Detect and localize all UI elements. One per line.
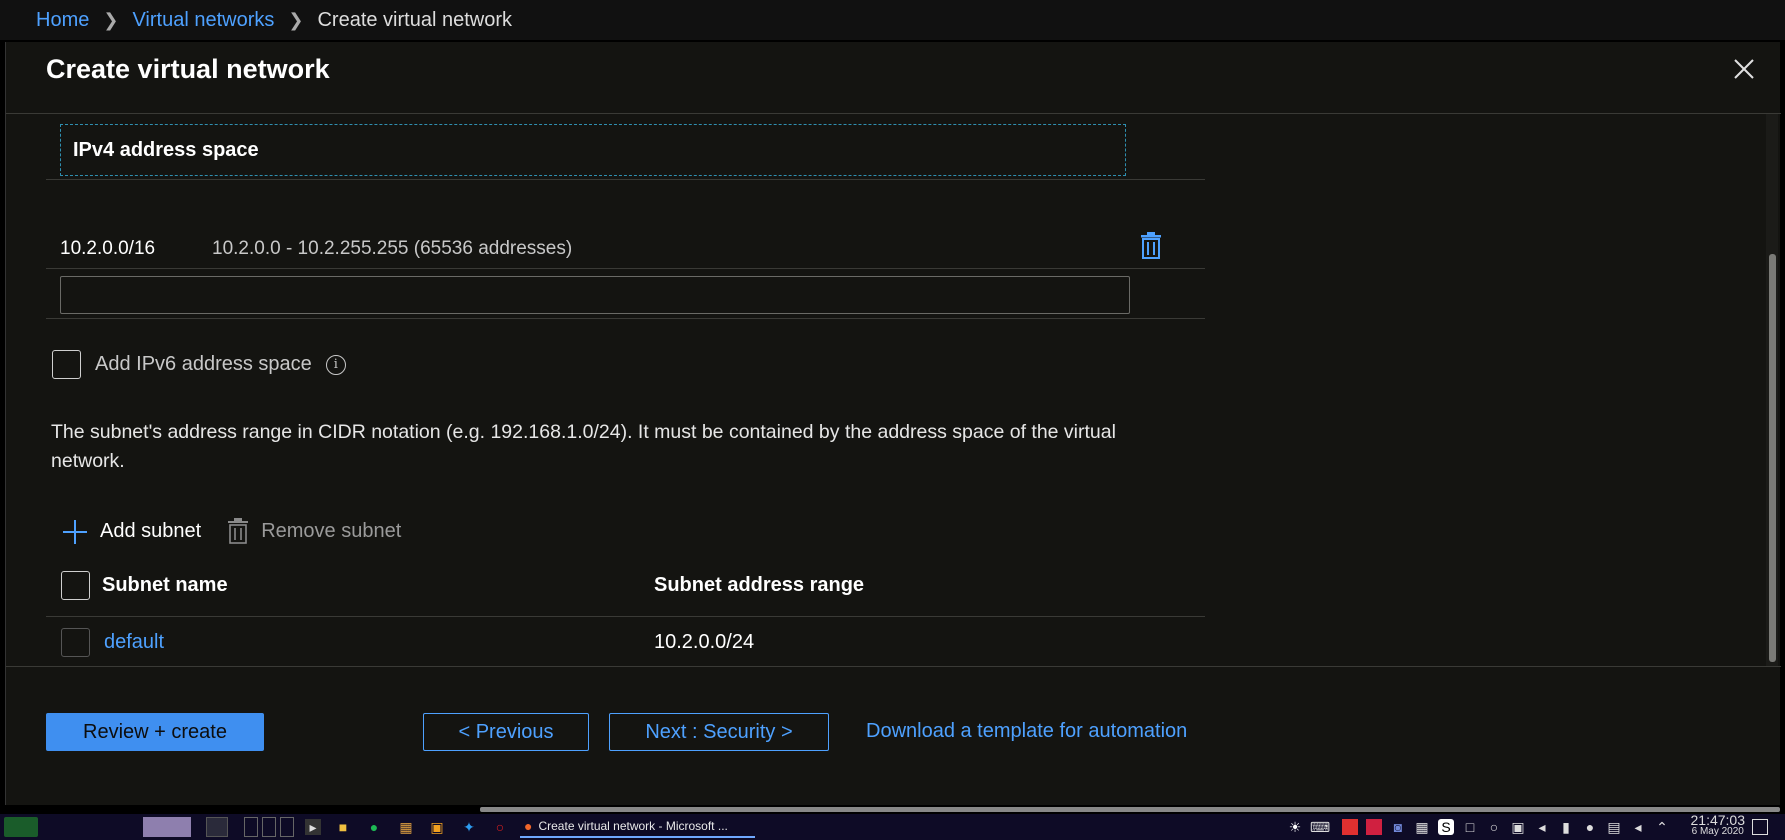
grid-icon[interactable]: ▦ [1414,819,1430,835]
opera-icon[interactable]: ○ [492,819,508,835]
trash-icon [228,518,249,544]
info-icon[interactable]: i [325,354,346,375]
panel-header: Create virtual network [6,42,1781,114]
close-icon [1734,59,1754,79]
lock-icon[interactable]: ▣ [1510,819,1526,835]
cpu-monitor-icon [280,817,294,837]
app-tray-icon[interactable] [1342,819,1358,835]
vertical-scrollbar[interactable] [1766,114,1778,666]
discord-icon[interactable]: ◙ [1390,819,1406,835]
ipv6-option: Add IPv6 address space i [52,350,346,379]
skype-icon[interactable]: S [1438,819,1454,835]
speaker-icon[interactable]: ◂ [1630,819,1646,835]
address-cidr: 10.2.0.0/16 [60,238,156,259]
ipv6-label: Add IPv6 address space [95,353,312,375]
taskbar: ▸ ■ ● ▦ ▣ ✦ ○ ● Create virtual network -… [0,812,1785,840]
address-space-row: 10.2.0.0/16 10.2.0.0 - 10.2.255.255 (655… [60,229,1190,269]
cpu-monitor-icon [244,817,258,837]
breadcrumb-current: Create virtual network [317,9,512,31]
microphone-icon[interactable]: ● [1582,819,1598,835]
app-icon[interactable]: ▦ [398,819,414,835]
divider [46,616,1205,617]
select-all-checkbox[interactable] [61,571,90,600]
next-security-button[interactable]: Next : Security > [609,713,829,751]
subnet-name-link[interactable]: default [104,631,164,654]
start-menu-icon[interactable] [4,817,38,837]
trash-icon [1141,232,1161,259]
remove-subnet-button[interactable]: Remove subnet [227,518,401,545]
subnet-range: 10.2.0.0/24 [654,631,755,653]
plus-icon [63,519,87,544]
clock-time: 21:47:03 [1690,812,1746,828]
top-bar: Home ❯ Virtual networks ❯ Create virtual… [0,0,1785,40]
cpu-monitor-icon [262,817,276,837]
page-title: Create virtual network [46,54,330,84]
horizontal-scrollbar[interactable] [0,805,1785,814]
keyboard-icon[interactable]: ⌨ [1310,819,1330,835]
address-range: 10.2.0.0 - 10.2.255.255 (65536 addresses… [212,238,573,259]
mega-icon[interactable] [1366,819,1382,835]
add-subnet-label: Add subnet [100,520,202,542]
review-create-button[interactable]: Review + create [46,713,264,751]
remove-subnet-label: Remove subnet [261,520,402,542]
chevron-right-icon: ❯ [288,10,304,30]
folder-icon[interactable]: ■ [335,819,351,835]
vscode-icon[interactable]: ✦ [461,819,477,835]
bulb-icon[interactable]: ○ [1486,819,1502,835]
row-checkbox[interactable] [61,628,90,657]
breadcrumb-virtual-networks[interactable]: Virtual networks [132,9,274,32]
table-row: default 10.2.0.0/24 [46,619,1205,666]
breadcrumb: Home ❯ Virtual networks ❯ Create virtual… [36,9,512,32]
task-label: Create virtual network - Microsoft ... [538,819,728,833]
column-header-subnet-range: Subnet address range [654,574,865,596]
notifications-icon[interactable] [1752,819,1768,835]
breadcrumb-home[interactable]: Home [36,9,89,32]
scroll-thumb[interactable] [1769,254,1776,662]
close-button[interactable] [1729,54,1759,84]
add-subnet-button[interactable]: Add subnet [62,519,201,545]
column-header-subnet-name: Subnet name [102,574,228,596]
divider [46,268,1205,269]
terminal-icon[interactable]: ▸ [305,819,321,835]
download-template-link[interactable]: Download a template for automation [866,720,1187,743]
edge-icon: ● [524,818,533,834]
panel-content: IPv4 address space 10.2.0.0/16 10.2.0.0 … [6,114,1781,666]
divider [46,318,1205,319]
create-vnet-panel: Create virtual network IPv4 address spac… [5,42,1781,805]
delete-address-button[interactable] [1139,232,1163,260]
ipv6-checkbox[interactable] [52,350,81,379]
brightness-icon[interactable]: ☀ [1287,819,1303,835]
subnet-description: The subnet's address range in CIDR notat… [51,421,1116,472]
previous-button[interactable]: < Previous [423,713,589,751]
divider [46,179,1205,180]
chevron-up-icon[interactable]: ⌃ [1654,819,1670,835]
usb-icon[interactable]: ▮ [1558,819,1574,835]
taskbar-task-edge[interactable]: ● Create virtual network - Microsoft ... [520,816,755,838]
subnet-toolbar: Add subnet Remove subnet [62,518,427,545]
volume-icon[interactable]: ◂ [1534,819,1550,835]
panel-footer: Review + create < Previous Next : Securi… [6,667,1781,805]
network-icon[interactable]: ▤ [1606,819,1622,835]
spotify-icon[interactable]: ● [366,819,382,835]
desktop-icon[interactable] [206,817,228,837]
new-address-space-input[interactable] [60,276,1130,314]
scroll-thumb[interactable] [480,807,1780,812]
clock-date: 6 May 2020 [1691,826,1744,837]
sublime-icon[interactable]: ▣ [429,819,445,835]
clipboard-icon[interactable]: □ [1462,819,1478,835]
clock[interactable]: 21:47:03 6 May 2020 [1690,812,1746,838]
table-header: Subnet name Subnet address range [46,562,1205,610]
chevron-right-icon: ❯ [103,10,119,30]
ipv4-address-space-header: IPv4 address space [60,124,1126,176]
workspace-switcher[interactable] [143,817,191,837]
